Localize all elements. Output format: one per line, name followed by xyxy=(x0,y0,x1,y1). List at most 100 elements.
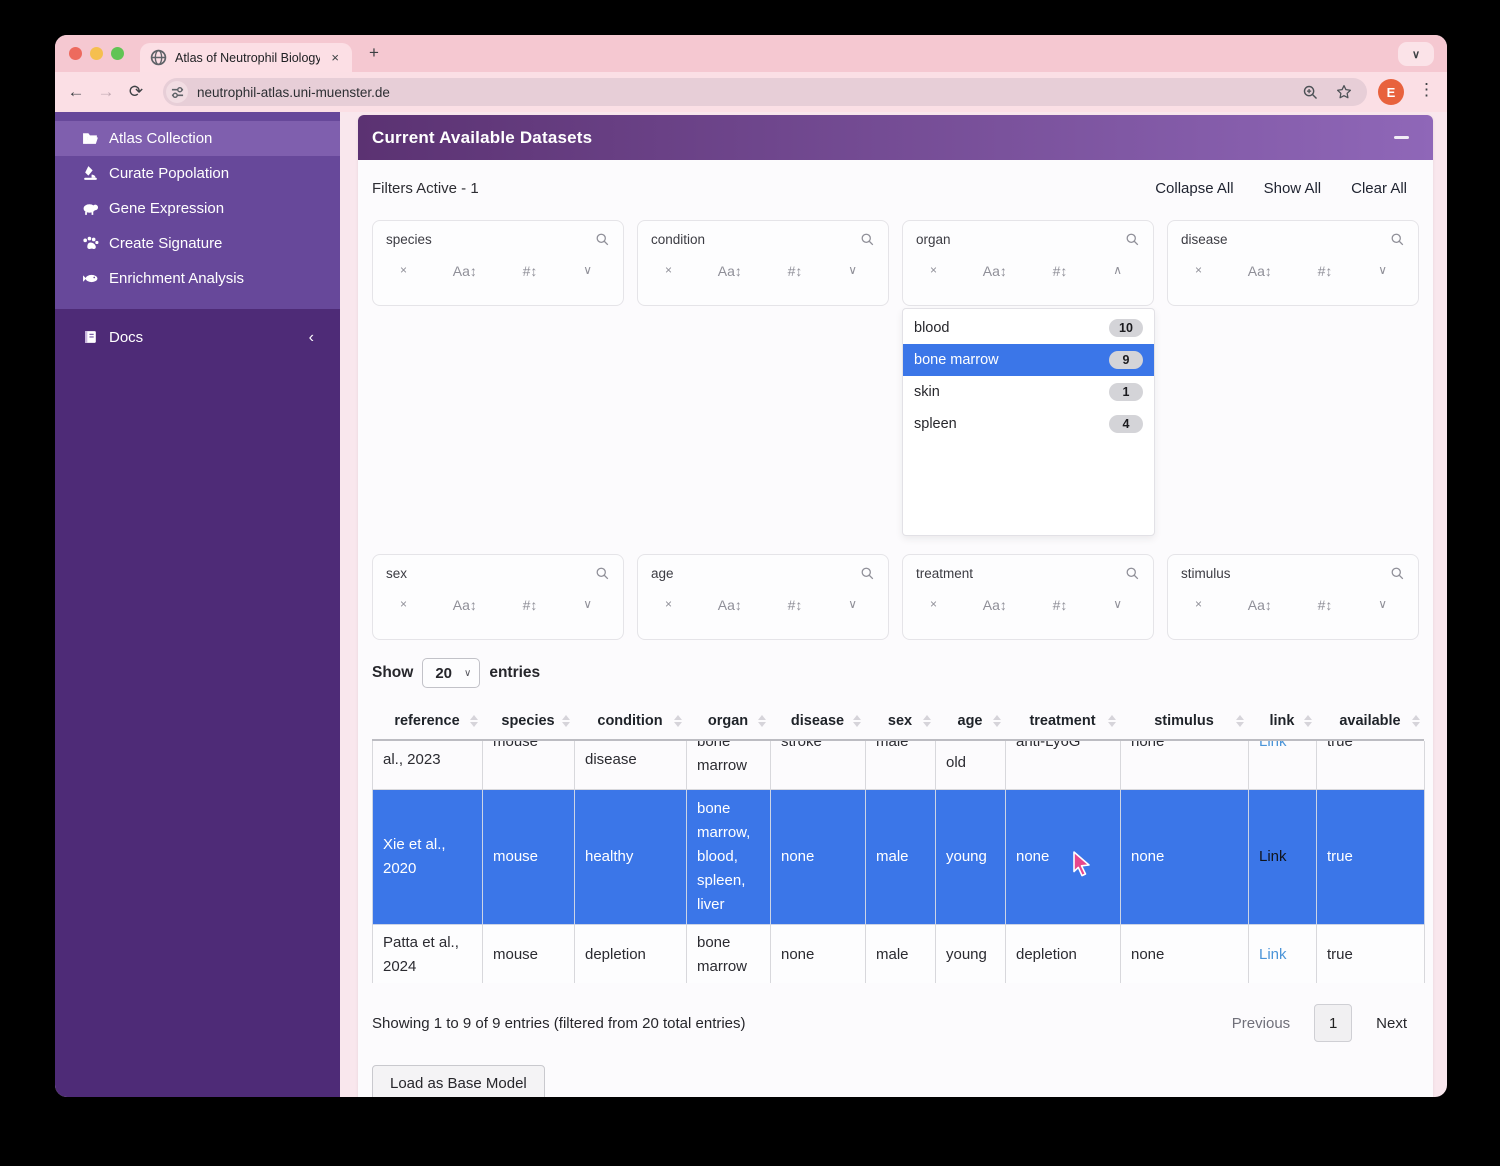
alpha-sort-icon[interactable]: Aa↕ xyxy=(718,597,742,613)
column-header-treatment[interactable]: treatment xyxy=(1005,703,1120,740)
numeric-sort-icon[interactable]: #↕ xyxy=(788,263,803,279)
column-header-available[interactable]: available xyxy=(1316,703,1424,740)
previous-page-button[interactable]: Previous xyxy=(1232,1015,1290,1032)
back-icon[interactable]: ← xyxy=(61,82,91,102)
search-icon[interactable] xyxy=(1125,566,1140,581)
column-header-reference[interactable]: reference xyxy=(372,703,482,740)
column-header-species[interactable]: species xyxy=(482,703,574,740)
organ-option-bone-marrow[interactable]: bone marrow 9 xyxy=(903,344,1154,376)
site-settings-icon[interactable] xyxy=(166,81,188,103)
zoom-page-icon[interactable] xyxy=(1302,84,1319,101)
column-header-sex[interactable]: sex xyxy=(865,703,935,740)
clear-filter-icon[interactable]: × xyxy=(1195,263,1202,279)
reload-icon[interactable]: ⟳ xyxy=(121,82,151,102)
forward-icon[interactable]: → xyxy=(91,82,121,102)
sort-icon[interactable] xyxy=(1304,715,1312,727)
clear-filter-icon[interactable]: × xyxy=(665,597,672,613)
numeric-sort-icon[interactable]: #↕ xyxy=(1318,263,1333,279)
sort-icon[interactable] xyxy=(923,715,931,727)
cell-link[interactable]: Link xyxy=(1249,741,1317,790)
collapse-all-button[interactable]: Collapse All xyxy=(1155,180,1233,197)
url-bar[interactable]: neutrophil-atlas.uni-muenster.de xyxy=(163,78,1367,106)
sort-icon[interactable] xyxy=(562,715,570,727)
expand-filter-icon[interactable]: ∨ xyxy=(1113,597,1122,613)
column-header-link[interactable]: link xyxy=(1248,703,1316,740)
numeric-sort-icon[interactable]: #↕ xyxy=(1053,263,1068,279)
alpha-sort-icon[interactable]: Aa↕ xyxy=(983,597,1007,613)
show-all-button[interactable]: Show All xyxy=(1264,180,1322,197)
numeric-sort-icon[interactable]: #↕ xyxy=(523,597,538,613)
table-row-selected[interactable]: Xie et al., 2020 mouse healthy bone marr… xyxy=(373,790,1425,925)
collapse-panel-icon[interactable] xyxy=(1394,136,1409,139)
page-number-button[interactable]: 1 xyxy=(1314,1004,1352,1042)
sort-icon[interactable] xyxy=(1236,715,1244,727)
search-icon[interactable] xyxy=(1390,232,1405,247)
clear-filter-icon[interactable]: × xyxy=(665,263,672,279)
clear-filter-icon[interactable]: × xyxy=(930,263,937,279)
browser-menu-icon[interactable]: ⋮ xyxy=(1418,80,1435,100)
close-window-button[interactable] xyxy=(69,47,82,60)
alpha-sort-icon[interactable]: Aa↕ xyxy=(718,263,742,279)
organ-option-spleen[interactable]: spleen 4 xyxy=(903,408,1154,440)
new-tab-button[interactable]: + xyxy=(363,41,385,65)
sidebar-item-enrichment-analysis[interactable]: Enrichment Analysis xyxy=(55,261,340,296)
sidebar-item-curate-popolation[interactable]: Curate Popolation xyxy=(55,156,340,191)
sidebar-collapse-icon[interactable]: ‹ xyxy=(309,329,314,347)
sort-icon[interactable] xyxy=(1108,715,1116,727)
cell-link[interactable]: Link xyxy=(1249,790,1317,925)
expand-filter-icon[interactable]: ∨ xyxy=(1378,597,1387,613)
search-icon[interactable] xyxy=(1125,232,1140,247)
collapse-filter-icon[interactable]: ∧ xyxy=(1113,263,1122,279)
load-base-model-button[interactable]: Load as Base Model xyxy=(372,1065,545,1097)
column-header-condition[interactable]: condition xyxy=(574,703,686,740)
table-row[interactable]: al., 2023 mouse disease bone marrow stro… xyxy=(373,741,1425,790)
sidebar-item-docs[interactable]: Docs ‹ xyxy=(55,320,340,355)
next-page-button[interactable]: Next xyxy=(1376,1015,1407,1032)
alpha-sort-icon[interactable]: Aa↕ xyxy=(453,263,477,279)
zoom-window-button[interactable] xyxy=(111,47,124,60)
sort-icon[interactable] xyxy=(853,715,861,727)
clear-all-button[interactable]: Clear All xyxy=(1351,180,1407,197)
alpha-sort-icon[interactable]: Aa↕ xyxy=(453,597,477,613)
sort-icon[interactable] xyxy=(674,715,682,727)
column-header-stimulus[interactable]: stimulus xyxy=(1120,703,1248,740)
sort-icon[interactable] xyxy=(1412,715,1420,727)
alpha-sort-icon[interactable]: Aa↕ xyxy=(1248,263,1272,279)
clear-filter-icon[interactable]: × xyxy=(930,597,937,613)
search-icon[interactable] xyxy=(1390,566,1405,581)
sidebar-item-gene-expression[interactable]: Gene Expression xyxy=(55,191,340,226)
expand-filter-icon[interactable]: ∨ xyxy=(583,597,592,613)
sidebar-item-atlas-collection[interactable]: Atlas Collection xyxy=(55,121,340,156)
table-scroll-viewport[interactable]: al., 2023 mouse disease bone marrow stro… xyxy=(372,741,1426,983)
expand-filter-icon[interactable]: ∨ xyxy=(848,597,857,613)
clear-filter-icon[interactable]: × xyxy=(400,597,407,613)
numeric-sort-icon[interactable]: #↕ xyxy=(1318,597,1333,613)
organ-option-blood[interactable]: blood 10 xyxy=(903,312,1154,344)
alpha-sort-icon[interactable]: Aa↕ xyxy=(1248,597,1272,613)
numeric-sort-icon[interactable]: #↕ xyxy=(788,597,803,613)
minimize-window-button[interactable] xyxy=(90,47,103,60)
organ-option-skin[interactable]: skin 1 xyxy=(903,376,1154,408)
bookmark-star-icon[interactable] xyxy=(1335,83,1353,101)
table-row[interactable]: Patta et al., 2024 mouse depletion bone … xyxy=(373,925,1425,984)
search-icon[interactable] xyxy=(860,566,875,581)
sidebar-item-create-signature[interactable]: Create Signature xyxy=(55,226,340,261)
tab-close-icon[interactable]: × xyxy=(328,50,342,65)
sort-icon[interactable] xyxy=(993,715,1001,727)
sort-icon[interactable] xyxy=(758,715,766,727)
profile-avatar[interactable]: E xyxy=(1378,79,1404,105)
expand-filter-icon[interactable]: ∨ xyxy=(583,263,592,279)
clear-filter-icon[interactable]: × xyxy=(1195,597,1202,613)
browser-tab[interactable]: Atlas of Neutrophil Biology × xyxy=(140,43,352,72)
numeric-sort-icon[interactable]: #↕ xyxy=(523,263,538,279)
search-icon[interactable] xyxy=(595,566,610,581)
sort-icon[interactable] xyxy=(470,715,478,727)
expand-filter-icon[interactable]: ∨ xyxy=(848,263,857,279)
column-header-organ[interactable]: organ xyxy=(686,703,770,740)
search-icon[interactable] xyxy=(860,232,875,247)
column-header-age[interactable]: age xyxy=(935,703,1005,740)
tab-search-chevron-icon[interactable]: ∨ xyxy=(1398,42,1434,66)
clear-filter-icon[interactable]: × xyxy=(400,263,407,279)
numeric-sort-icon[interactable]: #↕ xyxy=(1053,597,1068,613)
column-header-disease[interactable]: disease xyxy=(770,703,865,740)
